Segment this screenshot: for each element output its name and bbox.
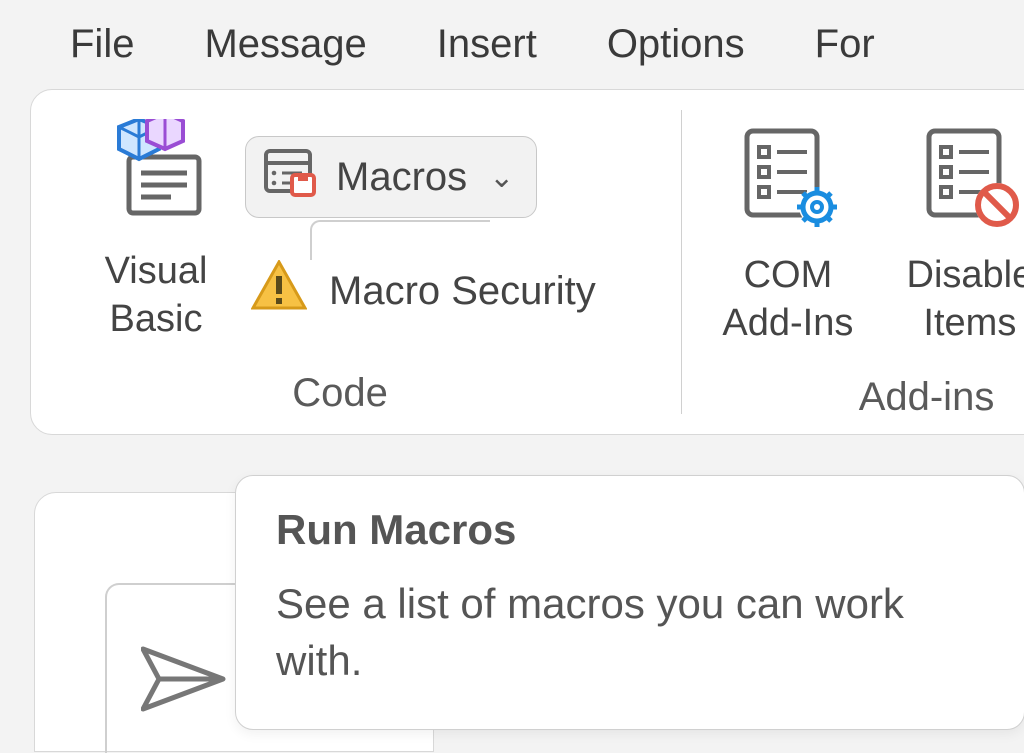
ribbon-group-code: Visual Basic	[31, 108, 649, 420]
macros-tooltip: Run Macros See a list of macros you can …	[235, 475, 1024, 730]
message-field-border	[310, 220, 490, 260]
tooltip-body: See a list of macros you can work with.	[276, 576, 984, 689]
send-icon	[141, 641, 227, 724]
disabled-items-label: Disable Items	[907, 252, 1024, 347]
group-addins-label: Add-ins	[744, 375, 995, 420]
menu-bar: File Message Insert Options For	[0, 0, 1024, 89]
menu-file[interactable]: File	[70, 22, 134, 67]
visual-basic-icon	[96, 114, 216, 234]
tooltip-title: Run Macros	[276, 506, 984, 554]
macros-dropdown-button[interactable]: Macros ⌄	[245, 136, 537, 218]
macro-security-button[interactable]: Macro Security	[245, 256, 602, 326]
menu-format-truncated[interactable]: For	[815, 22, 875, 67]
com-addins-label: COM Add-Ins	[722, 252, 853, 347]
com-addins-icon	[728, 118, 848, 238]
visual-basic-button[interactable]: Visual Basic	[71, 114, 241, 343]
visual-basic-label: Visual Basic	[105, 248, 208, 343]
warning-triangle-icon	[251, 260, 307, 322]
menu-message[interactable]: Message	[204, 22, 366, 67]
ribbon-developer: Visual Basic	[30, 89, 1024, 435]
com-addins-button[interactable]: COM Add-Ins	[689, 118, 887, 347]
disabled-items-button[interactable]: Disable Items	[891, 118, 1024, 347]
macros-icon	[262, 147, 318, 207]
macro-security-label: Macro Security	[329, 269, 596, 314]
menu-options[interactable]: Options	[607, 22, 745, 67]
macros-label: Macros	[336, 155, 467, 200]
ribbon-group-addins: COM Add-Ins	[649, 108, 1024, 420]
menu-insert[interactable]: Insert	[437, 22, 537, 67]
chevron-down-icon: ⌄	[489, 160, 514, 195]
group-code-label: Code	[292, 371, 388, 416]
disabled-items-icon	[910, 118, 1024, 238]
